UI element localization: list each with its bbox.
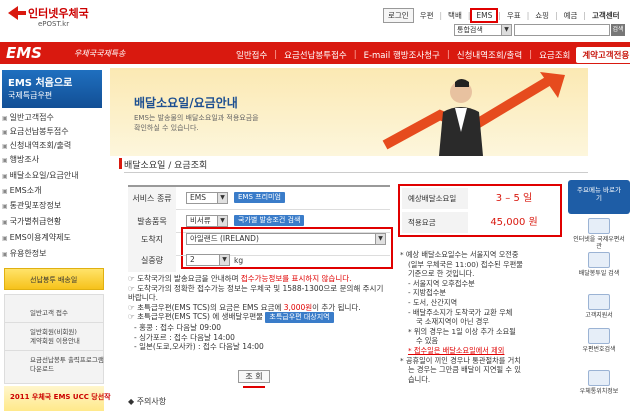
- menu-rate[interactable]: 요금조회: [539, 49, 570, 61]
- sidebar-item-prepaid[interactable]: 요금선납봉투접수: [2, 126, 69, 137]
- link-parcel[interactable]: 택배: [444, 9, 466, 22]
- sidebar-item-countries[interactable]: 국가별취급현황: [2, 216, 62, 227]
- menu-email-track[interactable]: E-mail 행방조사청구: [364, 49, 440, 61]
- weight-label: 실중량: [128, 249, 176, 272]
- link-shop[interactable]: 쇼핑: [531, 9, 553, 22]
- business-system-button[interactable]: 계약고객전용 시스템: [576, 47, 630, 63]
- sidebar-item-rate[interactable]: 배달소요일/요금안내: [2, 170, 79, 181]
- epost-logo-icon: [8, 6, 26, 20]
- weight-unit: kg: [234, 256, 244, 265]
- link-ems[interactable]: EMS: [470, 8, 499, 23]
- page-title: 배달소요일 / 요금조회: [124, 161, 208, 171]
- menu-prepaid[interactable]: 요금선납봉투접수: [284, 49, 347, 61]
- search-input[interactable]: [514, 24, 610, 36]
- destination-label: 도착지: [128, 228, 176, 251]
- link-post[interactable]: 우편: [416, 9, 438, 22]
- lookup-underline: [243, 386, 265, 388]
- page-banner-title: 배달소요일/요금안내: [134, 96, 238, 110]
- sidebar-item-contract[interactable]: EMS이용계약제도: [2, 232, 71, 243]
- search-button[interactable]: 검색: [611, 24, 625, 36]
- mailbox-icon: [588, 370, 610, 386]
- service-label: 서비스 종류: [128, 187, 176, 210]
- sidebar-item-general[interactable]: 일반고객접수: [2, 112, 54, 123]
- sidebar-subtitle: 국제특급우편: [8, 91, 53, 100]
- ems-premium-button[interactable]: EMS 프리미엄: [234, 192, 285, 203]
- customer-icon: [588, 294, 610, 310]
- link-stamp[interactable]: 우표: [503, 9, 525, 22]
- tcs-area-button[interactable]: 초특급우편 대상지역: [265, 312, 334, 323]
- fee-value: 45,000 원: [490, 217, 538, 228]
- sidebar-item-info[interactable]: 유용한정보: [2, 248, 47, 259]
- link-customer[interactable]: 고객센터: [588, 9, 624, 22]
- days-label: 예상배달소요일: [402, 188, 468, 209]
- quick-delivery-search[interactable]: 배달봉투일 검색: [573, 252, 625, 277]
- login-link[interactable]: 로그인: [383, 8, 414, 23]
- destination-select[interactable]: 아일랜드 (IRELAND) ▼: [186, 233, 386, 245]
- sidebar-title: EMS 처음으로: [8, 78, 73, 89]
- notes: ☞ 도착국가의 발송요금을 안내하며 접수가능정보를 표시하지 않습니다. ☞ …: [128, 274, 384, 351]
- days-value: 3 – 5 일: [495, 193, 533, 204]
- weight-select[interactable]: 2 ▼: [186, 254, 230, 266]
- mail-icon: [588, 218, 610, 234]
- caution-heading: ◆ 주의사항: [128, 397, 167, 406]
- country-condition-button[interactable]: 국가별 발송조건 검색: [234, 215, 305, 226]
- sidebar-item-intro[interactable]: EMS소개: [2, 185, 42, 196]
- search-icon: [588, 252, 610, 268]
- chevron-down-icon: ▼: [501, 25, 511, 35]
- postcode-icon: [588, 328, 610, 344]
- ems-logo-sub: 우체국국제특송: [74, 49, 126, 58]
- search-scope-select[interactable]: 통합검색 ▼: [454, 24, 512, 36]
- page-banner-desc-2: 확인하실 수 있습니다.: [134, 124, 199, 132]
- quick-mailbox[interactable]: 우체통위치정보: [573, 370, 625, 395]
- link-bank[interactable]: 예금: [560, 9, 582, 22]
- title-marker: [119, 158, 122, 169]
- quick-intl-post[interactable]: 인터넷을 국제우편서관: [573, 218, 625, 250]
- ems-logo[interactable]: EMS: [6, 44, 42, 62]
- lookup-button[interactable]: 조 회: [238, 370, 270, 383]
- delivery-info: * 예상 배달소요일수는 서울지역 오전중 (일부 우체국은 11:00) 접수…: [400, 250, 523, 384]
- page-banner-desc: EMS는 발송물의 배달소요일과 적용요금을: [134, 114, 259, 122]
- quick-customer[interactable]: 고객지원서: [573, 294, 625, 319]
- item-select[interactable]: 비서류 ▼: [186, 215, 228, 227]
- menu-history[interactable]: 신청내역조회/출력: [457, 49, 522, 61]
- person-photo: [439, 79, 483, 156]
- main-menu: 일반접수 | 요금선납봉투접수 | E-mail 행방조사청구 | 신청내역조회/출력…: [236, 47, 630, 63]
- sidebar-item-track[interactable]: 행방조사: [2, 154, 39, 165]
- divider: [124, 172, 588, 173]
- top-links: 로그인 우편 | 택배 | EMS | 우표 | 쇼핑 | 예금 | 고객센터: [383, 8, 624, 23]
- quick-postcode[interactable]: 우편번호검색: [573, 328, 625, 353]
- logo-title[interactable]: 인터넷우체국: [28, 5, 89, 21]
- menu-general[interactable]: 일반접수: [236, 49, 267, 61]
- service-select[interactable]: EMS ▼: [186, 192, 228, 204]
- sidebar-item-customs[interactable]: 통관및포장정보: [2, 200, 62, 211]
- sidebar-item-history[interactable]: 신청내역조회/출력: [2, 140, 72, 151]
- logo-subtitle: ePOST.kr: [38, 20, 70, 28]
- fee-label: 적용요금: [402, 212, 468, 233]
